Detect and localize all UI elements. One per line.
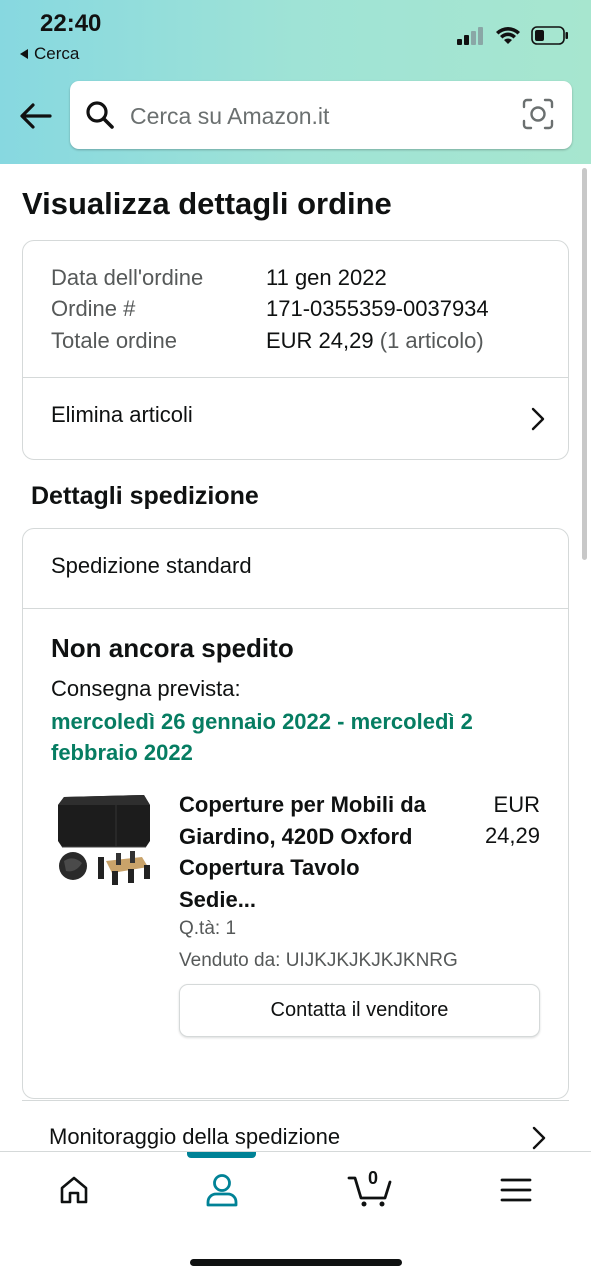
order-date-label: Data dell'ordine [51,265,204,290]
order-summary-card: Data dell'ordine 11 gen 2022 Ordine # 17… [22,240,569,460]
back-triangle-icon [20,49,28,59]
chevron-right-icon [531,407,545,431]
delete-items-row[interactable]: Elimina articoli [23,378,568,460]
delete-items-label: Elimina articoli [51,402,193,427]
product-title[interactable]: Coperture per Mobili da Giardino, 420D O… [179,789,429,915]
product-image[interactable] [56,791,152,885]
cellular-signal-icon [457,26,483,45]
shipment-tracking-label: Monitoraggio della spedizione [49,1124,341,1149]
battery-icon [531,26,568,45]
camera-scan-icon[interactable] [522,98,554,130]
wifi-icon [496,27,520,44]
tab-menu[interactable] [486,1166,546,1214]
status-back-label: Cerca [34,44,80,63]
account-icon [206,1174,238,1207]
status-back-link[interactable]: Cerca [20,44,79,64]
shipment-status: Non ancora spedito [51,633,294,663]
product-quantity: Q.tà: 1 [179,918,237,939]
search-input[interactable]: Cerca su Amazon.it [70,81,572,149]
cart-count-badge: 0 [367,1168,378,1188]
order-date-value: 11 gen 2022 [266,265,387,290]
active-tab-indicator [187,1152,256,1158]
shipment-section-title: Dettagli spedizione [31,482,259,510]
status-time: 22:40 [40,10,102,37]
order-total-amount: EUR 24,29 [266,328,374,353]
search-placeholder: Cerca su Amazon.it [130,103,330,129]
price-currency: EUR [493,792,540,817]
shipment-card: Spedizione standard Non ancora spedito C… [22,528,569,1099]
product-price: EUR 24,29 [440,789,540,851]
search-icon [86,101,114,129]
back-arrow-icon[interactable] [18,98,54,134]
order-total-value: EUR 24,29 (1 articolo) [266,328,484,354]
scrollbar[interactable] [582,168,587,560]
price-value: 24,29 [484,823,540,848]
home-indicator[interactable] [190,1259,402,1266]
shipping-type: Spedizione standard [51,553,252,578]
shipment-tracking-row[interactable]: Monitoraggio della spedizione [22,1100,569,1150]
order-number-value: 171-0355359-0037934 [266,296,489,321]
tab-home[interactable] [44,1166,104,1214]
menu-icon [500,1178,532,1202]
contact-seller-button[interactable]: Contatta il venditore [179,984,540,1037]
home-icon [60,1176,88,1204]
order-total-label: Totale ordine [51,328,177,353]
tab-account[interactable] [192,1166,252,1214]
chevron-right-icon [532,1126,546,1150]
product-seller: Venduto da: UIJKJKJKJKJKNRG [179,950,458,971]
order-item-count: (1 articolo) [379,328,484,353]
delivery-estimate-label: Consegna prevista: [51,676,241,701]
app-header: 22:40 Cerca Cerca su Amazon.it [0,0,591,164]
page-title: Visualizza dettagli ordine [22,186,392,221]
divider [23,608,568,609]
status-icons [457,26,569,45]
order-number-label: Ordine # [51,296,136,321]
delivery-estimate-dates: mercoledì 26 gennaio 2022 - mercoledì 2 … [51,709,473,765]
